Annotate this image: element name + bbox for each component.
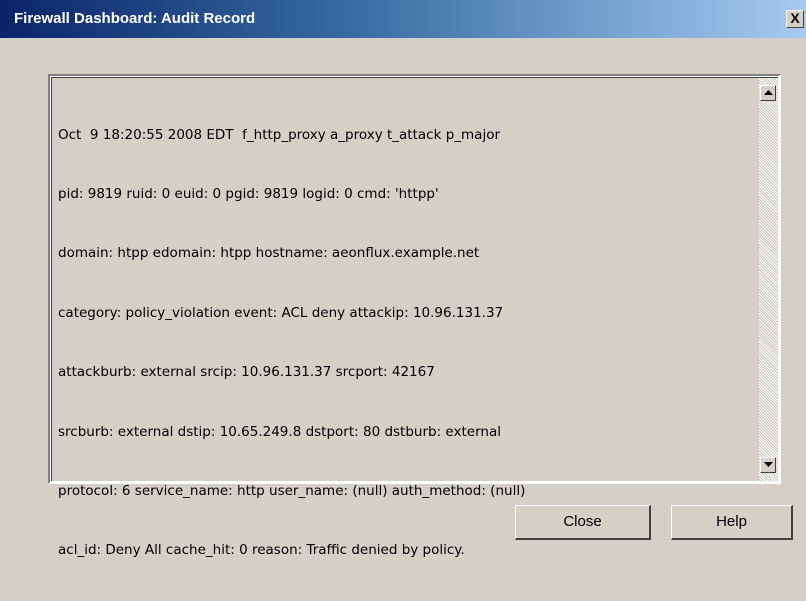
close-window-button[interactable]: X [786, 10, 804, 28]
arrow-down-icon [764, 462, 773, 467]
audit-line: attackburb: external srcip: 10.96.131.37… [58, 364, 435, 381]
audit-record-textbox[interactable]: Oct 9 18:20:55 2008 EDT f_http_proxy a_p… [48, 74, 781, 558]
audit-line: category: policy_violation event: ACL de… [58, 304, 504, 321]
scroll-up-button[interactable] [760, 85, 776, 101]
audit-line: domain: htpp edomain: htpp hostname: aeo… [58, 245, 480, 262]
audit-line: acl_id: Deny All cache_hit: 0 reason: Tr… [58, 542, 465, 559]
audit-line: Oct 9 18:20:55 2008 EDT f_http_proxy a_p… [58, 126, 500, 143]
audit-record-dialog: Firewall Dashboard: Audit Record X Oct 9… [0, 0, 806, 558]
window-title: Firewall Dashboard: Audit Record [14, 10, 256, 27]
vertical-scrollbar[interactable] [759, 78, 778, 481]
audit-line: protocol: 6 service_name: http user_name… [58, 482, 526, 499]
audit-line: srcburb: external dstip: 10.65.249.8 dst… [58, 423, 501, 440]
audit-line: pid: 9819 ruid: 0 euid: 0 pgid: 9819 log… [58, 185, 439, 202]
close-icon: X [790, 10, 800, 26]
title-bar[interactable]: Firewall Dashboard: Audit Record X [0, 0, 806, 38]
scroll-down-button[interactable] [760, 457, 776, 473]
help-button[interactable]: Help [671, 505, 793, 540]
close-button[interactable]: Close [515, 505, 651, 540]
arrow-up-icon [764, 90, 773, 95]
audit-record-content: Oct 9 18:20:55 2008 EDT f_http_proxy a_p… [51, 77, 778, 558]
